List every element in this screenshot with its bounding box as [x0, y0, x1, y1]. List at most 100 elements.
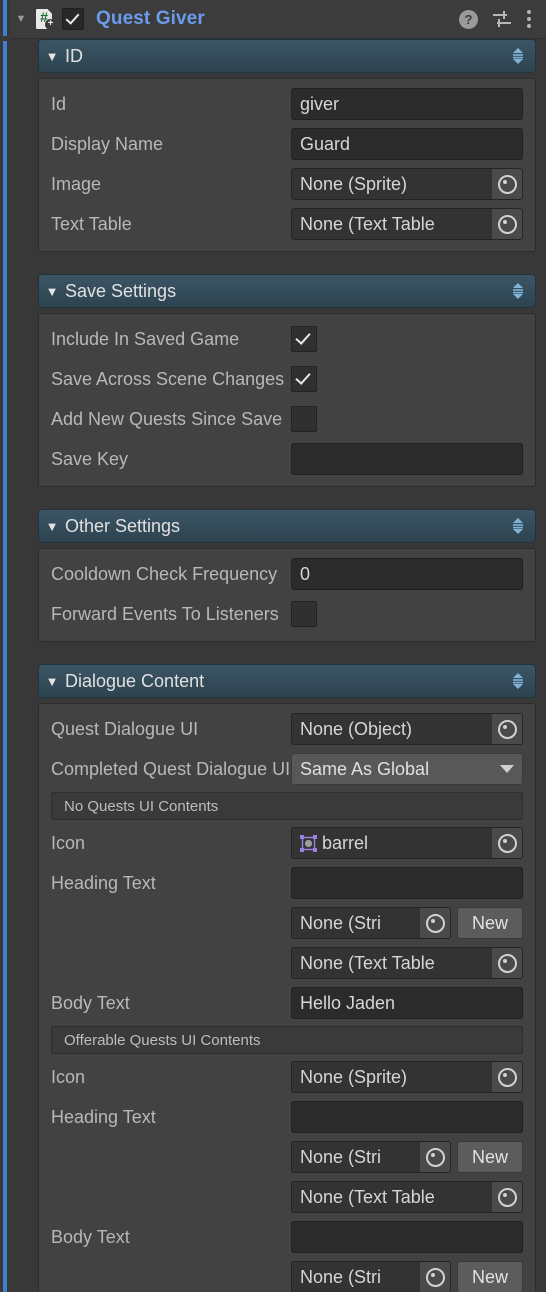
object-field[interactable]: None (Sprite)	[291, 168, 523, 200]
object-picker-icon[interactable]	[492, 714, 522, 744]
section-foldout-icon[interactable]: ▼	[39, 520, 65, 533]
new-button[interactable]: New	[457, 1261, 523, 1292]
object-field[interactable]: None (Stri	[291, 1141, 451, 1173]
object-picker-icon[interactable]	[420, 1262, 450, 1292]
component-title: Quest Giver	[96, 8, 205, 29]
section-foldout-icon[interactable]: ▼	[39, 50, 65, 63]
text-input[interactable]: Hello Jaden	[291, 987, 523, 1019]
checkbox-toggle[interactable]	[291, 326, 317, 352]
text-input[interactable]: Guard	[291, 128, 523, 160]
dropdown-value: Same As Global	[300, 758, 430, 779]
section-title: Save Settings	[65, 280, 177, 301]
section-foldout-icon[interactable]: ▼	[39, 285, 65, 298]
object-field[interactable]: barrel	[291, 827, 523, 859]
text-input[interactable]	[291, 867, 523, 899]
text-input[interactable]	[291, 1101, 523, 1133]
object-field-value-wrap: None (Text Table	[292, 953, 492, 974]
object-picker-icon[interactable]	[420, 908, 450, 938]
field-control: barrel	[291, 827, 523, 859]
checkbox-toggle[interactable]	[291, 601, 317, 627]
field-control: Hello Jaden	[291, 987, 523, 1019]
field-row: Save Key	[39, 439, 535, 479]
inspector-body[interactable]: ▼ ID Id giver Display Name Guard Image None (Sp…	[10, 39, 546, 1292]
new-button[interactable]: New	[457, 907, 523, 939]
text-input[interactable]	[291, 1221, 523, 1253]
section-header-id[interactable]: ▼ ID	[38, 39, 536, 73]
target-dot-icon	[425, 913, 445, 933]
field-control: None (Text Table	[291, 1181, 523, 1213]
sort-arrows-icon[interactable]	[511, 517, 525, 535]
preset-icon[interactable]	[492, 10, 512, 28]
object-picker-icon[interactable]	[492, 169, 522, 199]
field-label: Text Table	[51, 213, 132, 234]
component-enable-checkbox[interactable]	[62, 8, 84, 30]
field-label: Save Across Scene Changes	[51, 368, 285, 389]
field-control: None (Text Table	[291, 947, 523, 979]
object-field[interactable]: None (Sprite)	[291, 1061, 523, 1093]
component-header: ▼ # + Quest Giver ?	[10, 0, 546, 39]
object-field[interactable]: None (Object)	[291, 713, 523, 745]
selection-rail-body	[3, 41, 7, 1292]
target-dot-icon	[497, 719, 517, 739]
field-label: Display Name	[51, 133, 164, 154]
section-body-other-settings: Cooldown Check Frequency 0 Forward Events …	[38, 548, 536, 642]
text-input[interactable]: giver	[291, 88, 523, 120]
target-dot-icon	[497, 833, 517, 853]
object-field-value-wrap: None (Stri	[292, 1147, 420, 1168]
field-row: Icon barrel	[39, 823, 535, 863]
object-field-value-wrap: None (Text Table	[292, 214, 492, 235]
field-control	[291, 406, 523, 432]
section-header-dialogue-content[interactable]: ▼ Dialogue Content	[38, 664, 536, 698]
object-field[interactable]: None (Text Table	[291, 208, 523, 240]
component-foldout-icon[interactable]: ▼	[10, 13, 32, 25]
field-label: Forward Events To Listeners	[51, 603, 279, 624]
field-control: None (Object)	[291, 713, 523, 745]
field-control	[291, 443, 523, 475]
kebab-menu-icon[interactable]	[526, 10, 532, 28]
text-input[interactable]	[291, 443, 523, 475]
sprite-thumb-icon	[300, 834, 317, 852]
object-field[interactable]: None (Text Table	[291, 947, 523, 979]
section-header-other-settings[interactable]: ▼ Other Settings	[38, 509, 536, 543]
object-field-value: None (Sprite)	[300, 173, 408, 194]
object-field[interactable]: None (Stri	[291, 907, 451, 939]
field-control: None (Stri New	[291, 1261, 523, 1292]
checkbox-toggle[interactable]	[291, 406, 317, 432]
field-control: None (Sprite)	[291, 168, 523, 200]
dropdown-select[interactable]: Same As Global	[291, 753, 523, 785]
field-row: Icon None (Sprite)	[39, 1057, 535, 1097]
object-picker-icon[interactable]	[420, 1142, 450, 1172]
help-icon[interactable]: ?	[459, 9, 478, 29]
object-field[interactable]: None (Text Table	[291, 1181, 523, 1213]
field-row: Heading Text	[39, 863, 535, 903]
text-input[interactable]: 0	[291, 558, 523, 590]
object-picker-icon[interactable]	[492, 1062, 522, 1092]
field-control: None (Stri New	[291, 907, 523, 939]
field-control: None (Sprite)	[291, 1061, 523, 1093]
field-label: Id	[51, 93, 67, 114]
object-field[interactable]: None (Stri	[291, 1261, 451, 1292]
target-dot-icon	[497, 174, 517, 194]
field-label: Save Key	[51, 448, 129, 469]
target-dot-icon	[425, 1267, 445, 1287]
object-picker-icon[interactable]	[492, 1182, 522, 1212]
field-label: Body Text	[51, 992, 130, 1013]
object-picker-icon[interactable]	[492, 948, 522, 978]
field-row: Forward Events To Listeners	[39, 594, 535, 634]
object-picker-icon[interactable]	[492, 828, 522, 858]
sort-arrows-icon[interactable]	[511, 282, 525, 300]
field-control: Same As Global	[291, 753, 523, 785]
field-row: None (Stri New	[39, 1137, 535, 1177]
section-header-save-settings[interactable]: ▼ Save Settings	[38, 274, 536, 308]
object-picker-icon[interactable]	[492, 209, 522, 239]
section-foldout-icon[interactable]: ▼	[39, 675, 65, 688]
field-control	[291, 601, 523, 627]
checkbox-toggle[interactable]	[291, 366, 317, 392]
section-body-dialogue-content: Quest Dialogue UI None (Object) Completed …	[38, 703, 536, 1292]
target-dot-icon	[497, 214, 517, 234]
new-button[interactable]: New	[457, 1141, 523, 1173]
target-dot-icon	[497, 1067, 517, 1087]
sort-arrows-icon[interactable]	[511, 672, 525, 690]
sort-arrows-icon[interactable]	[511, 47, 525, 65]
field-control	[291, 1221, 523, 1253]
